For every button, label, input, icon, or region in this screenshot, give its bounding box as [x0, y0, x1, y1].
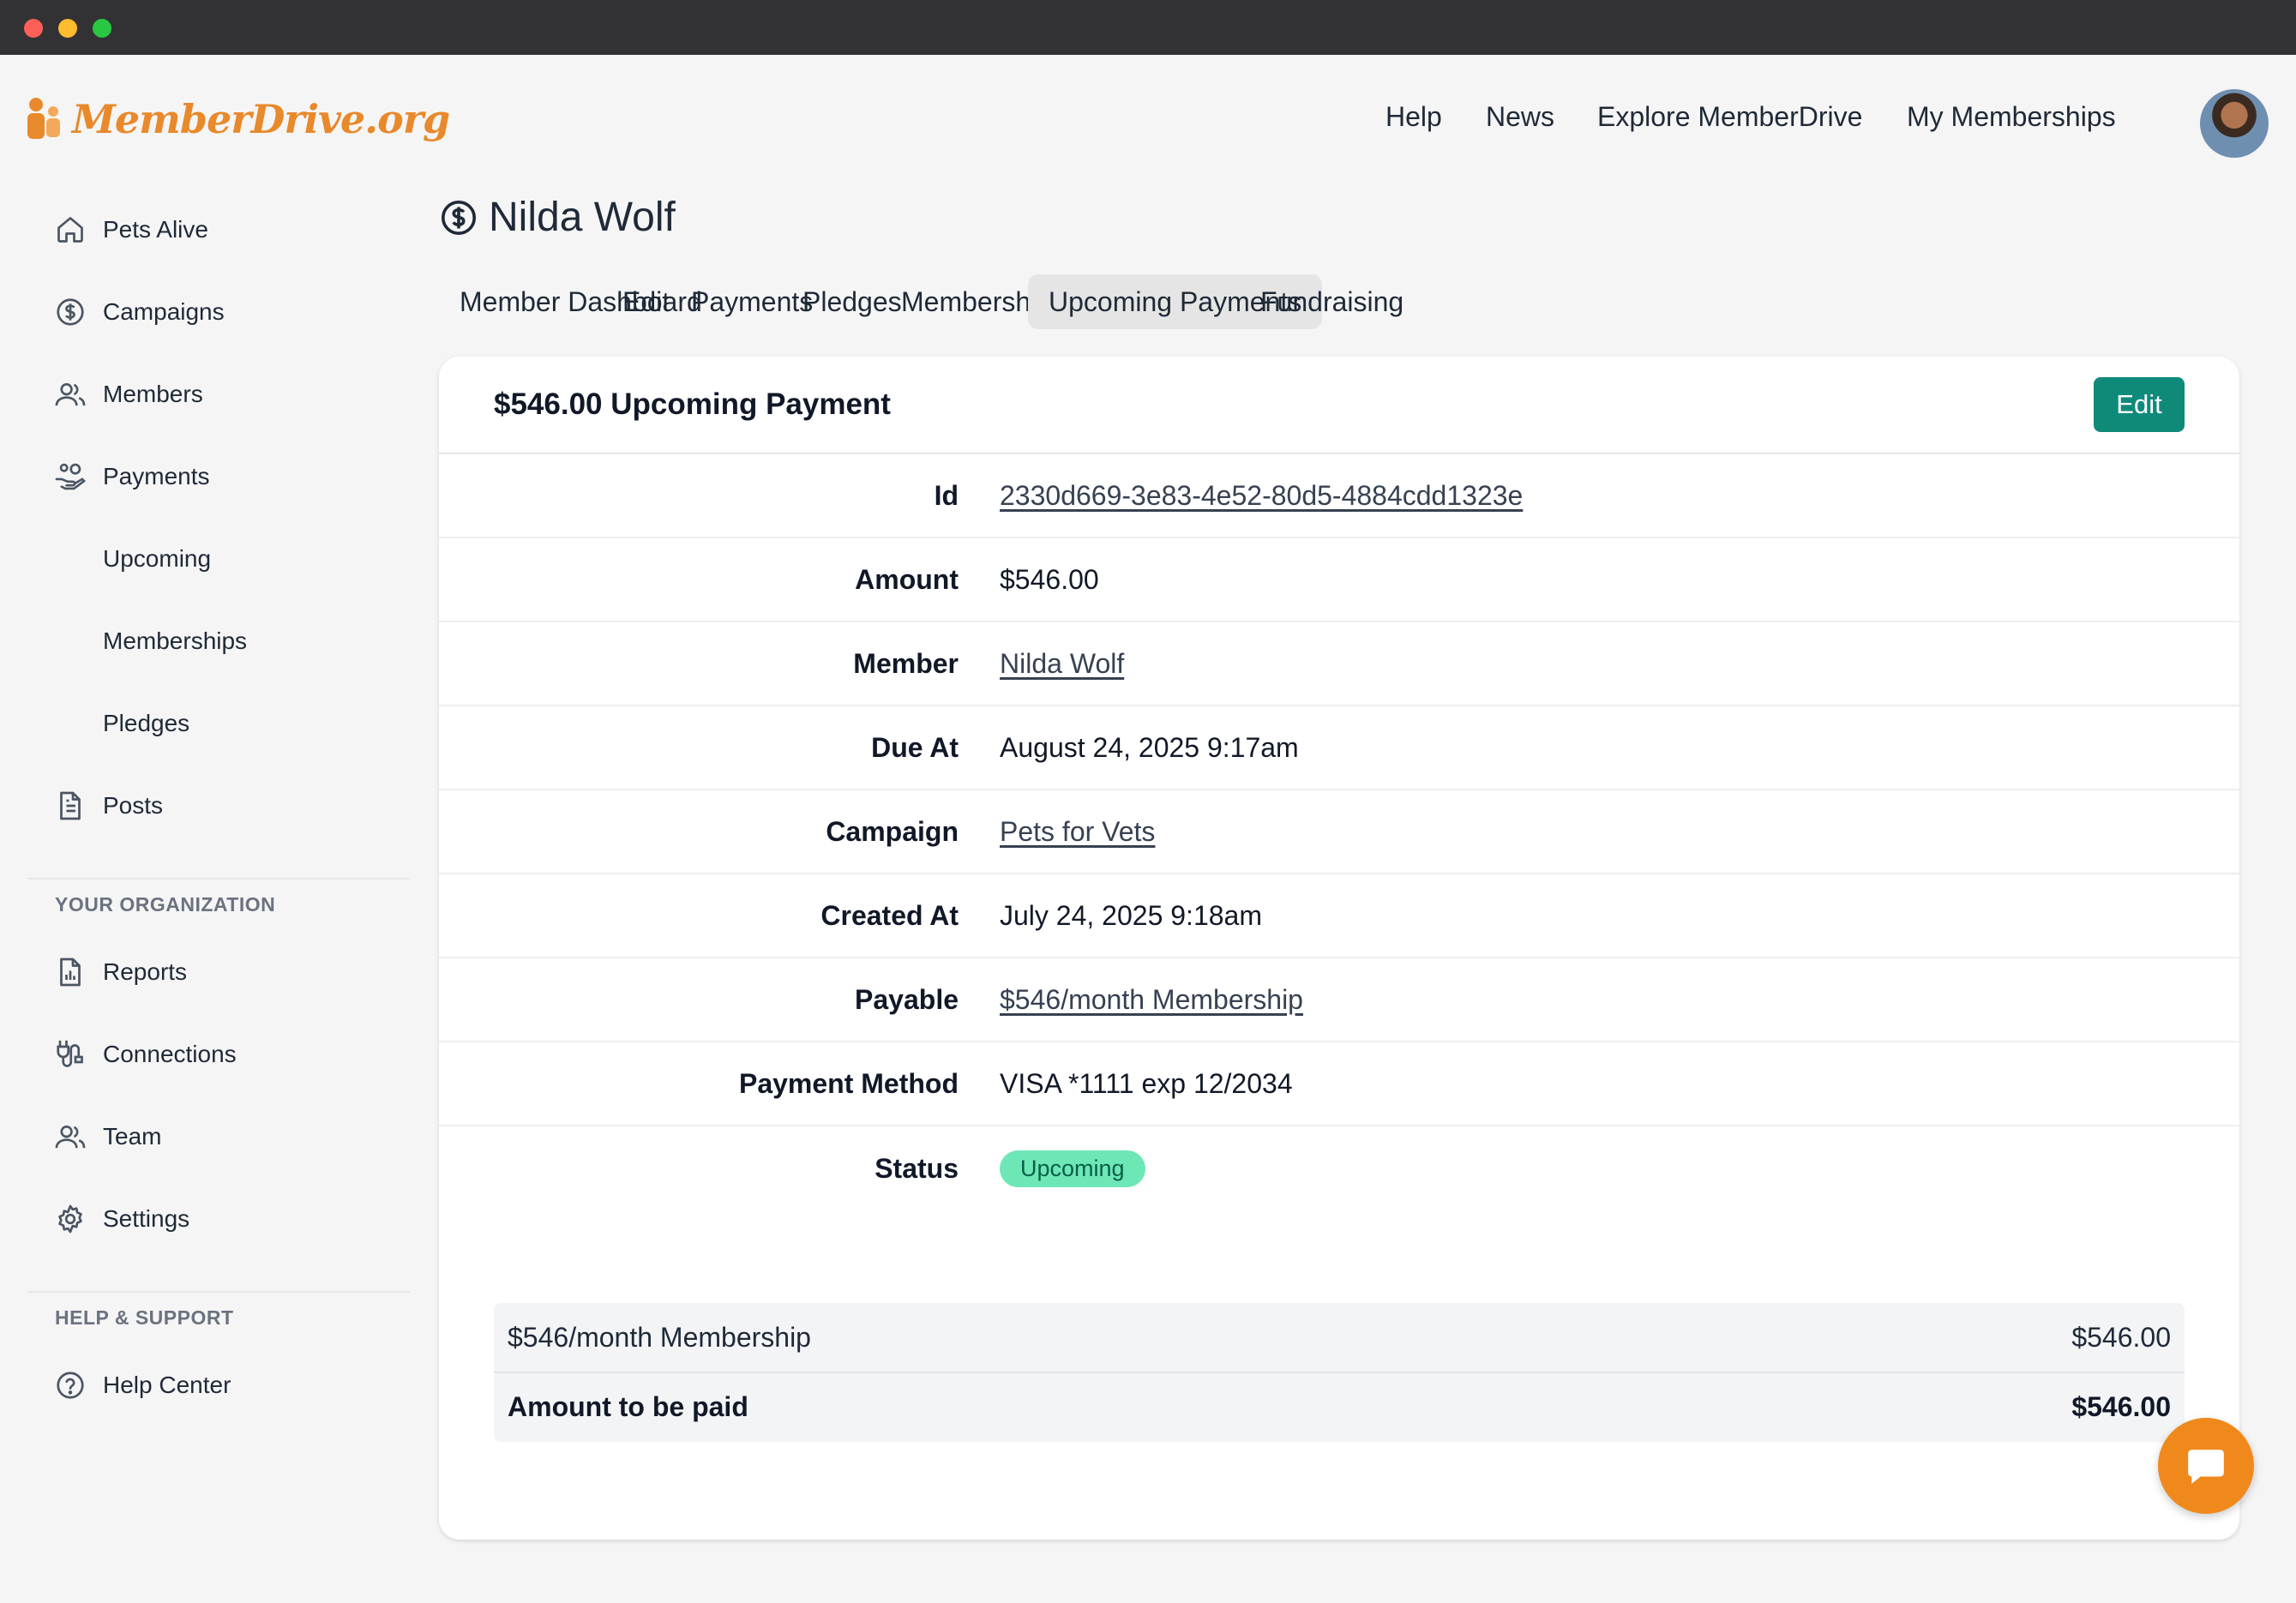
- sidebar-item-label: Connections: [103, 1041, 237, 1067]
- sidebar-item-connections[interactable]: Connections: [53, 1032, 237, 1077]
- question-circle-icon: [53, 1368, 87, 1402]
- page-title-text: Nilda Wolf: [489, 195, 676, 240]
- sidebar-item-memberships[interactable]: Memberships: [103, 619, 247, 663]
- close-window-button[interactable]: [24, 19, 43, 38]
- card-title: $546.00 Upcoming Payment: [494, 387, 891, 421]
- detail-label: Amount: [855, 563, 959, 595]
- sidebar-item-members[interactable]: Members: [53, 372, 203, 417]
- detail-label: Created At: [820, 899, 959, 931]
- detail-row-due-at: Due At August 24, 2025 9:17am: [439, 706, 2239, 790]
- window-titlebar: [0, 0, 2296, 55]
- logo-icon: [27, 98, 60, 139]
- report-icon: [53, 955, 87, 989]
- detail-row-payable: Payable $546/month Membership: [439, 958, 2239, 1042]
- detail-label: Member: [853, 647, 959, 679]
- topnav-my-memberships-link[interactable]: My Memberships: [1907, 101, 2116, 133]
- created-at-value: July 24, 2025 9:18am: [1000, 899, 1262, 931]
- sidebar-section-heading: HELP & SUPPORT: [55, 1306, 234, 1329]
- sidebar-item-label: Team: [103, 1123, 162, 1150]
- topnav-explore-link[interactable]: Explore MemberDrive: [1597, 101, 1862, 133]
- payable-link[interactable]: $546/month Membership: [1000, 984, 1303, 1016]
- upcoming-payment-card: $546.00 Upcoming Payment Edit Id 2330d66…: [439, 357, 2239, 1540]
- topnav-help-link[interactable]: Help: [1385, 101, 1442, 133]
- payment-id-link[interactable]: 2330d669-3e83-4e52-80d5-4884cdd1323e: [1000, 480, 1523, 512]
- sidebar-item-label: Settings: [103, 1205, 190, 1232]
- due-at-value: August 24, 2025 9:17am: [1000, 731, 1299, 763]
- member-link[interactable]: Nilda Wolf: [1000, 648, 1124, 680]
- summary-line-label: $546/month Membership: [508, 1321, 811, 1353]
- sidebar-item-payments[interactable]: Payments: [53, 454, 210, 499]
- detail-label: Campaign: [826, 815, 959, 847]
- brand-logo[interactable]: MemberDrive.org: [26, 96, 450, 142]
- sidebar-item-label: Posts: [103, 792, 164, 819]
- home-icon: [53, 213, 87, 247]
- sidebar-item-help-center[interactable]: Help Center: [53, 1363, 231, 1408]
- summary-line-item: $546/month Membership $546.00: [494, 1303, 2185, 1372]
- payment-summary: $546/month Membership $546.00 Amount to …: [494, 1303, 2185, 1442]
- chat-button[interactable]: [2158, 1418, 2254, 1514]
- detail-label: Due At: [871, 731, 959, 763]
- sidebar-item-posts[interactable]: Posts: [53, 783, 163, 828]
- topnav-news-link[interactable]: News: [1486, 101, 1554, 133]
- amount-value: $546.00: [1000, 563, 1099, 595]
- detail-row-created-at: Created At July 24, 2025 9:18am: [439, 874, 2239, 958]
- summary-line-amount: $546.00: [2071, 1321, 2171, 1353]
- plug-icon: [53, 1037, 87, 1072]
- detail-row-id: Id 2330d669-3e83-4e52-80d5-4884cdd1323e: [439, 454, 2239, 538]
- detail-label: Payable: [855, 983, 959, 1015]
- logo-text: MemberDrive.org: [72, 96, 450, 142]
- gear-icon: [53, 1202, 87, 1236]
- detail-list: Id 2330d669-3e83-4e52-80d5-4884cdd1323e …: [439, 454, 2239, 1210]
- sidebar-item-campaigns[interactable]: Campaigns: [53, 290, 225, 334]
- card-header: $546.00 Upcoming Payment Edit: [439, 357, 2239, 454]
- sidebar-item-reports[interactable]: Reports: [53, 950, 187, 994]
- dollar-circle-icon: [53, 295, 87, 329]
- sidebar-divider: [27, 878, 410, 880]
- detail-row-amount: Amount $546.00: [439, 538, 2239, 622]
- page-title: Nilda Wolf: [439, 194, 676, 241]
- sidebar-item-team[interactable]: Team: [53, 1114, 161, 1159]
- sidebar-item-label: Pets Alive: [103, 216, 208, 243]
- user-avatar[interactable]: [2200, 89, 2269, 158]
- detail-label: Payment Method: [738, 1067, 959, 1099]
- hand-coins-icon: [53, 459, 87, 494]
- minimize-window-button[interactable]: [58, 19, 77, 38]
- campaign-link[interactable]: Pets for Vets: [1000, 816, 1155, 848]
- dollar-circle-icon: [441, 200, 477, 235]
- detail-row-status: Status Upcoming: [439, 1126, 2239, 1210]
- detail-label: Status: [875, 1152, 959, 1184]
- users-icon: [53, 377, 87, 411]
- status-badge: Upcoming: [1000, 1150, 1145, 1187]
- sidebar-item-upcoming[interactable]: Upcoming: [103, 537, 211, 581]
- sidebar-item-label: Pledges: [103, 710, 190, 736]
- detail-row-payment-method: Payment Method VISA *1111 exp 12/2034: [439, 1042, 2239, 1126]
- sidebar-item-label: Memberships: [103, 627, 248, 654]
- detail-label: Id: [934, 479, 959, 511]
- sidebar-item-label: Members: [103, 381, 203, 407]
- sidebar-item-pledges[interactable]: Pledges: [103, 701, 189, 746]
- sidebar-item-settings[interactable]: Settings: [53, 1197, 189, 1241]
- sidebar-item-pets-alive[interactable]: Pets Alive: [53, 207, 208, 252]
- sidebar-item-label: Upcoming: [103, 545, 212, 572]
- maximize-window-button[interactable]: [93, 19, 111, 38]
- sidebar-item-label: Campaigns: [103, 298, 225, 325]
- sidebar-divider: [27, 1291, 410, 1293]
- status-value: Upcoming: [1000, 1150, 1145, 1187]
- summary-total: Amount to be paid $546.00: [494, 1372, 2185, 1440]
- sidebar-item-label: Reports: [103, 958, 188, 985]
- chat-bubble-icon: [2188, 1450, 2224, 1484]
- tab-fundraising[interactable]: Fundraising: [1240, 274, 1424, 329]
- detail-row-member: Member Nilda Wolf: [439, 622, 2239, 706]
- sidebar-section-heading: YOUR ORGANIZATION: [55, 893, 276, 916]
- users-icon: [53, 1120, 87, 1154]
- detail-row-campaign: Campaign Pets for Vets: [439, 790, 2239, 874]
- sidebar-item-label: Help Center: [103, 1372, 231, 1398]
- edit-button[interactable]: Edit: [2094, 377, 2185, 432]
- summary-total-amount: $546.00: [2071, 1390, 2171, 1422]
- document-icon: [53, 789, 87, 823]
- sidebar-item-label: Payments: [103, 463, 210, 489]
- summary-total-label: Amount to be paid: [508, 1390, 748, 1422]
- payment-method-value: VISA *1111 exp 12/2034: [1000, 1067, 1293, 1099]
